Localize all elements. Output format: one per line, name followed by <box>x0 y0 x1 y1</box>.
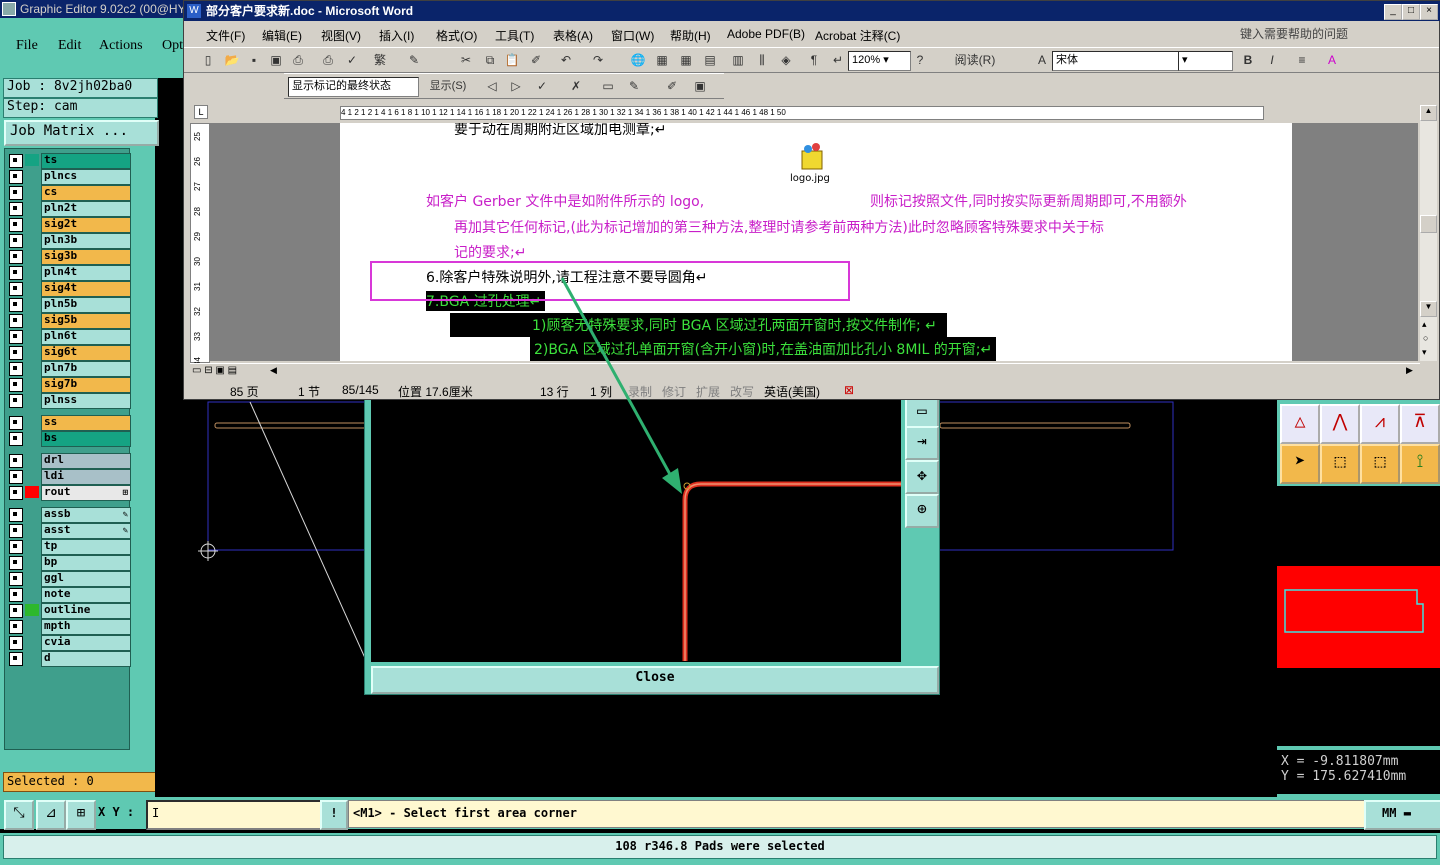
arrow-shaft <box>560 277 674 479</box>
arrow-head <box>662 468 682 494</box>
annotation-arrow <box>560 277 682 494</box>
